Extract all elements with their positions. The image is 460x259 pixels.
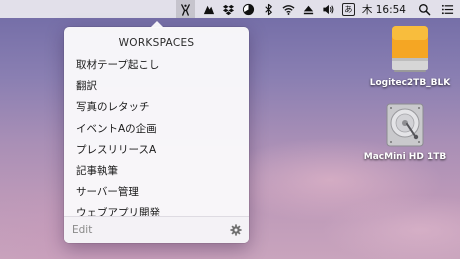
drive-label: Logitec2TB_BLK (369, 78, 451, 88)
volume-menu-extra[interactable] (322, 0, 335, 18)
workspaces-popover: WORKSPACES 取材テープ起こし 翻訳 写真のレタッチ イベントAの企画 … (64, 21, 249, 243)
internal-hard-drive-icon (386, 103, 424, 147)
bluetooth-menu-extra[interactable] (262, 0, 275, 18)
workspace-item[interactable]: 記事執筆 (64, 161, 249, 182)
workspaces-menu-extra[interactable] (175, 0, 195, 18)
notification-center-menu-extra[interactable] (441, 0, 454, 18)
notification-list-icon (441, 4, 454, 14)
search-icon (419, 3, 431, 15)
gear-icon[interactable] (230, 224, 242, 236)
input-source-menu-extra[interactable]: あ (341, 0, 355, 18)
wifi-menu-extra[interactable] (282, 0, 295, 18)
timer-menu-extra[interactable] (242, 0, 255, 18)
desktop: あ 木 16:54 WORKSPACES 取材テープ起こし 翻訳 写真のレタッチ… (0, 0, 460, 259)
bluetooth-icon (265, 3, 272, 15)
drive-label: MacMini HD 1TB (363, 152, 447, 162)
workspace-list: 取材テープ起こし 翻訳 写真のレタッチ イベントAの企画 プレスリリースA 記事… (64, 55, 249, 225)
menu-bar: あ 木 16:54 (0, 0, 460, 18)
creative-cloud-icon (203, 5, 214, 14)
workspace-item[interactable]: サーバー管理 (64, 182, 249, 203)
menubar-clock[interactable]: 木 16:54 (362, 0, 406, 18)
workspace-item[interactable]: 翻訳 (64, 76, 249, 97)
workspace-item[interactable]: 写真のレタッチ (64, 97, 249, 118)
eject-icon (303, 5, 314, 14)
workspace-item[interactable]: プレスリリースA (64, 140, 249, 161)
desktop-drive-internal[interactable]: MacMini HD 1TB (355, 102, 455, 162)
pie-timer-icon (242, 3, 254, 15)
workspace-item[interactable]: 取材テープ起こし (64, 55, 249, 76)
spotlight-menu-extra[interactable] (418, 0, 431, 18)
app-menu-extra-a[interactable] (202, 0, 215, 18)
eject-menu-extra[interactable] (302, 0, 315, 18)
volume-icon (323, 4, 334, 14)
panel-title: WORKSPACES (118, 37, 195, 49)
workspaces-icon (181, 3, 190, 16)
desktop-drive-external[interactable]: Logitec2TB_BLK (360, 24, 460, 88)
edit-button[interactable]: Edit (72, 224, 92, 236)
dropbox-icon (222, 4, 234, 15)
external-drive-icon (392, 26, 428, 72)
workspace-item[interactable]: イベントAの企画 (64, 119, 249, 140)
panel-footer: Edit (64, 216, 249, 243)
wifi-icon (282, 4, 295, 15)
popover-arrow (150, 21, 164, 28)
input-source-label: あ (341, 2, 355, 16)
dropbox-menu-extra[interactable] (222, 0, 235, 18)
